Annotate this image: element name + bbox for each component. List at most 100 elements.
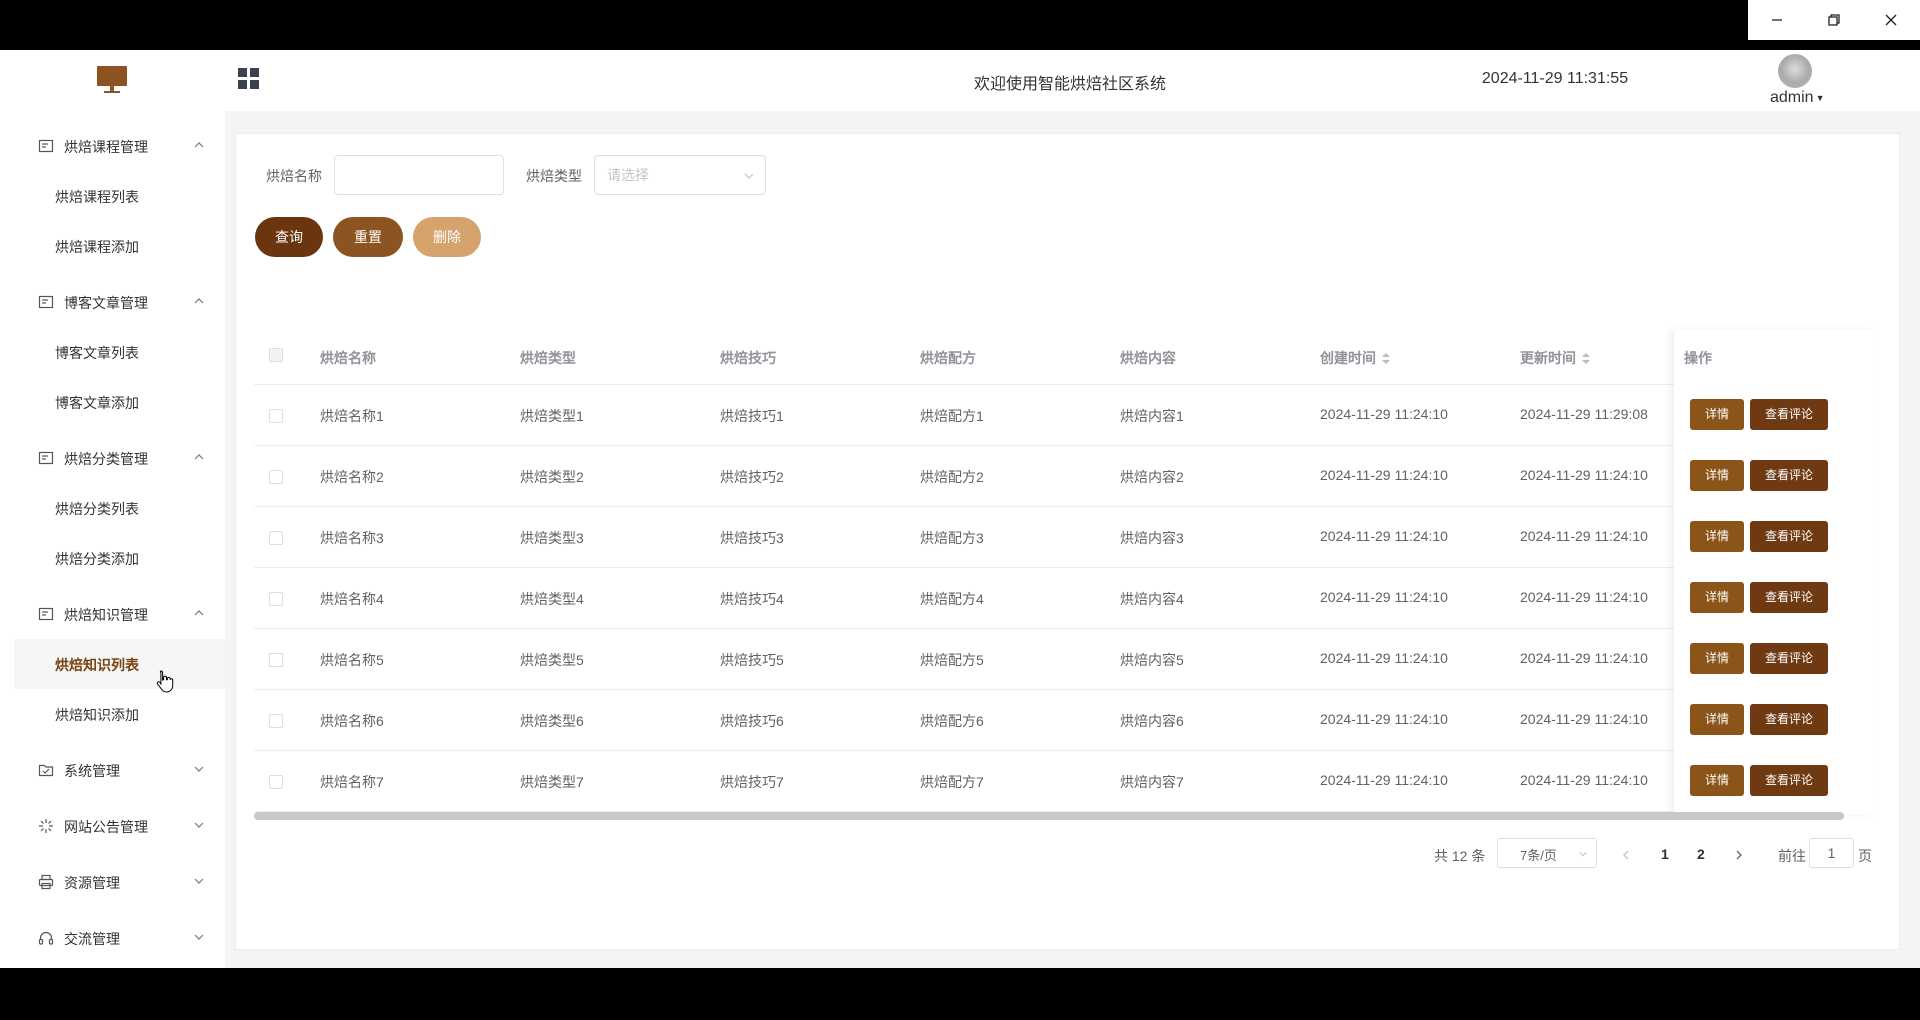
sidebar-group-blog[interactable]: 博客文章管理 [0, 277, 225, 327]
cell-name: 烘焙名称4 [320, 591, 384, 607]
sidebar-item-blog-list[interactable]: 博客文章列表 [14, 327, 226, 377]
view-comments-button[interactable]: 查看评论 [1750, 521, 1828, 552]
sidebar-item-course-list[interactable]: 烘焙课程列表 [14, 171, 226, 221]
page-2[interactable]: 2 [1697, 846, 1705, 862]
document-icon [38, 451, 54, 465]
query-button[interactable]: 查询 [255, 217, 323, 257]
sidebar-item-blog-add[interactable]: 博客文章添加 [14, 377, 226, 427]
table-row: 烘焙名称4 烘焙类型4 烘焙技巧4 烘焙配方4 烘焙内容4 2024-11-29 11:2… [254, 568, 1876, 629]
sparkle-icon [39, 819, 53, 833]
cell-content: 烘焙内容2 [1120, 469, 1184, 485]
detail-button[interactable]: 详情 [1690, 521, 1744, 552]
close-icon[interactable] [1862, 0, 1919, 40]
page-suffix: 页 [1858, 848, 1872, 864]
sidebar-item-knowledge-list[interactable]: 烘焙知识列表 [14, 639, 226, 689]
detail-button[interactable]: 详情 [1690, 704, 1744, 735]
row-checkbox[interactable] [269, 714, 283, 728]
cell-name: 烘焙名称6 [320, 713, 384, 729]
cell-name: 烘焙名称7 [320, 774, 384, 790]
app-root: 欢迎使用智能烘焙社区系统 2024-11-29 11:31:55 admin ▼ … [0, 50, 1920, 968]
detail-button[interactable]: 详情 [1690, 582, 1744, 613]
table-row: 烘焙名称6 烘焙类型6 烘焙技巧6 烘焙配方6 烘焙内容6 2024-11-29 11:2… [254, 690, 1876, 751]
sidebar: 烘焙课程管理 烘焙课程列表 烘焙课程添加 博客文章管理 博客文章列表 博客文章添… [0, 111, 226, 968]
filter-name-input[interactable] [334, 155, 504, 195]
horizontal-scrollbar[interactable] [254, 812, 1844, 820]
row-checkbox[interactable] [269, 470, 283, 484]
col-name: 烘焙名称 [320, 350, 376, 366]
row-checkbox[interactable] [269, 409, 283, 423]
sidebar-item-knowledge-add[interactable]: 烘焙知识添加 [14, 689, 226, 739]
table-row: 烘焙名称3 烘焙类型3 烘焙技巧3 烘焙配方3 烘焙内容3 2024-11-29 11:2… [254, 507, 1876, 568]
prev-page-icon[interactable] [1620, 849, 1632, 861]
view-comments-button[interactable]: 查看评论 [1750, 704, 1828, 735]
sort-icon[interactable] [1382, 353, 1390, 365]
select-all-checkbox[interactable] [269, 348, 283, 362]
col-created-label: 创建时间 [1320, 350, 1376, 366]
cell-skill: 烘焙技巧2 [720, 469, 784, 485]
sidebar-group-notice[interactable]: 网站公告管理 [0, 801, 225, 851]
cell-name: 烘焙名称3 [320, 530, 384, 546]
row-checkbox[interactable] [269, 592, 283, 606]
view-comments-button[interactable]: 查看评论 [1750, 460, 1828, 491]
next-page-icon[interactable] [1733, 849, 1745, 861]
taskbar [0, 968, 1920, 1020]
cell-created: 2024-11-29 11:24:10 [1320, 406, 1448, 422]
minimize-icon[interactable] [1748, 0, 1805, 40]
reset-button[interactable]: 重置 [333, 217, 403, 257]
cell-updated: 2024-11-29 11:24:10 [1520, 772, 1648, 788]
row-checkbox[interactable] [269, 653, 283, 667]
cell-created: 2024-11-29 11:24:10 [1320, 528, 1448, 544]
detail-button[interactable]: 详情 [1690, 399, 1744, 430]
sidebar-group-knowledge[interactable]: 烘焙知识管理 [0, 589, 225, 639]
view-comments-button[interactable]: 查看评论 [1750, 643, 1828, 674]
chevron-down-icon [1579, 851, 1587, 857]
cell-content: 烘焙内容7 [1120, 774, 1184, 790]
view-comments-button[interactable]: 查看评论 [1750, 399, 1828, 430]
view-comments-button[interactable]: 查看评论 [1750, 582, 1828, 613]
chevron-down-icon [194, 766, 204, 772]
sidebar-group-resource[interactable]: 资源管理 [0, 857, 225, 907]
cell-skill: 烘焙技巧3 [720, 530, 784, 546]
restore-icon[interactable] [1805, 0, 1862, 40]
sidebar-item-label: 博客文章添加 [55, 395, 139, 411]
cell-recipe: 烘焙配方6 [920, 713, 984, 729]
detail-button[interactable]: 详情 [1690, 765, 1744, 796]
sidebar-item-category-add[interactable]: 烘焙分类添加 [14, 533, 226, 583]
view-comments-button[interactable]: 查看评论 [1750, 765, 1828, 796]
goto-page-input[interactable] [1809, 838, 1854, 868]
col-actions: 操作 [1684, 350, 1712, 366]
sidebar-group-communication[interactable]: 交流管理 [0, 913, 225, 963]
chevron-down-icon [194, 822, 204, 828]
cell-name: 烘焙名称1 [320, 408, 384, 424]
row-checkbox[interactable] [269, 775, 283, 789]
table-row: 烘焙名称2 烘焙类型2 烘焙技巧2 烘焙配方2 烘焙内容2 2024-11-29 11:2… [254, 446, 1876, 507]
cell-updated: 2024-11-29 11:29:08 [1520, 406, 1648, 422]
row-checkbox[interactable] [269, 531, 283, 545]
detail-button[interactable]: 详情 [1690, 460, 1744, 491]
sidebar-item-category-list[interactable]: 烘焙分类列表 [14, 483, 226, 533]
cell-type: 烘焙类型4 [520, 591, 584, 607]
window-titlebar [0, 0, 1920, 50]
col-created[interactable]: 创建时间 [1320, 348, 1390, 368]
user-menu[interactable]: admin ▼ [1770, 89, 1825, 107]
detail-button[interactable]: 详情 [1690, 643, 1744, 674]
cell-created: 2024-11-29 11:24:10 [1320, 589, 1448, 605]
sidebar-group-system[interactable]: 系统管理 [0, 745, 225, 795]
page-size-select[interactable]: 7条/页 [1497, 838, 1597, 868]
filter-type-select[interactable]: 请选择 [594, 155, 766, 195]
sidebar-group-category[interactable]: 烘焙分类管理 [0, 433, 225, 483]
col-updated[interactable]: 更新时间 [1520, 348, 1590, 368]
menu-toggle-icon[interactable] [238, 68, 260, 90]
select-placeholder: 请选择 [607, 167, 649, 183]
delete-button[interactable]: 删除 [413, 217, 481, 257]
sidebar-group-course[interactable]: 烘焙课程管理 [0, 121, 225, 171]
sort-icon[interactable] [1582, 353, 1590, 365]
page-1[interactable]: 1 [1661, 846, 1669, 862]
cell-created: 2024-11-29 11:24:10 [1320, 650, 1448, 666]
sidebar-group-label: 资源管理 [64, 875, 120, 891]
printer-icon [38, 874, 54, 890]
chevron-down-icon [744, 173, 754, 179]
avatar[interactable] [1778, 54, 1812, 88]
cell-skill: 烘焙技巧7 [720, 774, 784, 790]
sidebar-item-course-add[interactable]: 烘焙课程添加 [14, 221, 226, 271]
